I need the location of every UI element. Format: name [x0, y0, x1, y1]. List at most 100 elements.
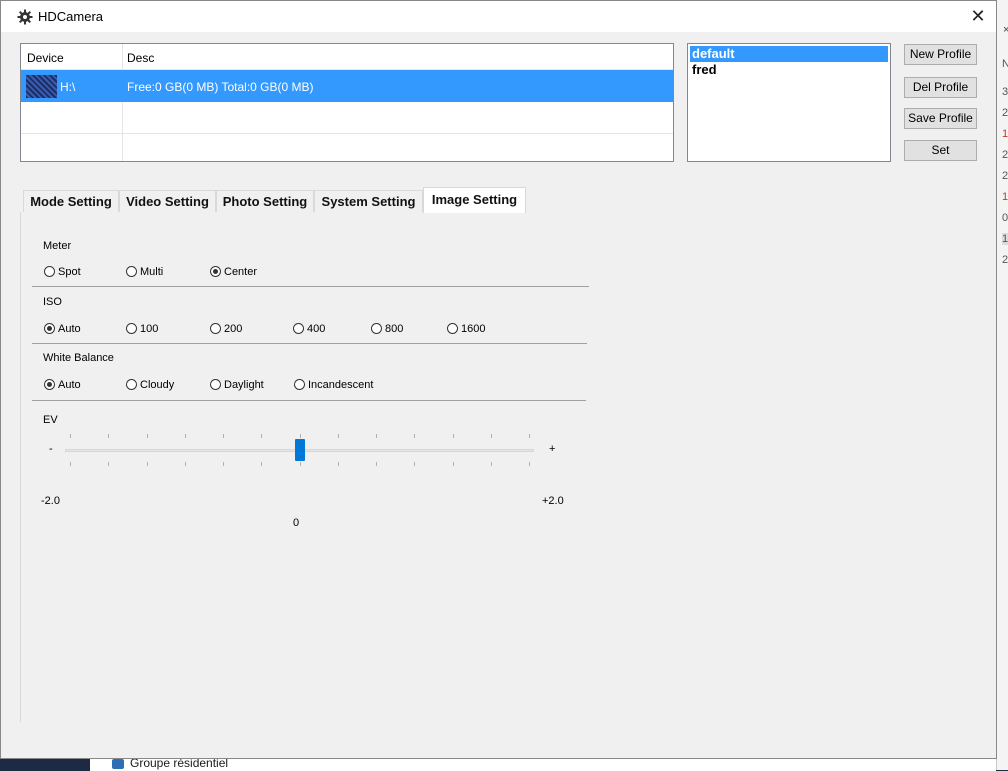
close-button[interactable]: ✕: [964, 2, 992, 30]
background-window-edge: × N 3 2 1 2 2 1 0 1 2: [996, 0, 1008, 770]
radio-circle: [44, 323, 55, 334]
ev-tick-mark: [414, 434, 415, 438]
ev-tick-mark: [261, 434, 262, 438]
radio-circle: [126, 379, 137, 390]
sd-card-icon: [26, 75, 57, 98]
radio-label: 200: [224, 323, 243, 335]
tab-photo-setting[interactable]: Photo Setting: [216, 190, 314, 212]
ev-tick-mark: [376, 434, 377, 438]
ev-tick-mark: [108, 462, 109, 466]
ev-tick-mark: [261, 462, 262, 466]
radio-circle: [293, 323, 304, 334]
meter-spot-radio[interactable]: Spot: [44, 266, 81, 278]
radio-circle: [210, 266, 221, 277]
new-profile-button[interactable]: New Profile: [904, 44, 977, 65]
tab-video-setting[interactable]: Video Setting: [119, 190, 216, 212]
radio-label: Center: [224, 266, 258, 278]
ev-tick-mark: [338, 462, 339, 466]
background-text: 2: [1002, 170, 1008, 182]
ev-plus-label: +: [549, 443, 556, 455]
desc-cell: Free:0 GB(0 MB) Total:0 GB(0 MB): [127, 80, 314, 94]
background-text: N: [1002, 58, 1008, 70]
iso-800-radio[interactable]: 800: [371, 323, 403, 335]
ev-tick-mark: [300, 462, 301, 466]
wb-incandescent-radio[interactable]: Incandescent: [294, 379, 373, 391]
tab-image-setting[interactable]: Image Setting: [423, 187, 526, 213]
profile-item-default[interactable]: default: [690, 46, 888, 62]
radio-label: Multi: [140, 266, 164, 278]
ev-tick-mark: [338, 434, 339, 438]
table-row-empty[interactable]: [21, 102, 673, 134]
radio-circle: [44, 379, 55, 390]
set-button[interactable]: Set: [904, 140, 977, 161]
radio-label: 400: [307, 323, 326, 335]
ev-min-label: -2.0: [41, 495, 60, 507]
ev-tick-mark: [147, 462, 148, 466]
meter-label: Meter: [43, 240, 72, 252]
table-row-empty[interactable]: [21, 134, 673, 166]
wb-cloudy-radio[interactable]: Cloudy: [126, 379, 174, 391]
del-profile-button[interactable]: Del Profile: [904, 77, 977, 98]
tab-system-setting[interactable]: System Setting: [314, 190, 423, 212]
radio-circle: [210, 323, 221, 334]
radio-circle: [126, 323, 137, 334]
radio-label: 100: [140, 323, 159, 335]
ev-tick-mark: [185, 462, 186, 466]
section-divider: [32, 400, 586, 401]
ev-tick-mark: [491, 462, 492, 466]
radio-circle: [126, 266, 137, 277]
iso-label: ISO: [43, 296, 62, 308]
ev-tick-mark: [223, 434, 224, 438]
radio-label: Auto: [58, 323, 81, 335]
table-row[interactable]: H:\ Free:0 GB(0 MB) Total:0 GB(0 MB): [21, 70, 673, 102]
ev-tick-mark: [453, 434, 454, 438]
radio-label: Spot: [58, 266, 81, 278]
window-title: HDCamera: [38, 9, 104, 24]
profile-item-fred[interactable]: fred: [690, 62, 888, 78]
ev-label: EV: [43, 414, 58, 426]
ev-tick-mark: [414, 462, 415, 466]
ev-tick-mark: [491, 434, 492, 438]
column-header-device[interactable]: Device: [27, 51, 64, 65]
homegroup-icon: [112, 758, 124, 769]
profile-list[interactable]: default fred: [687, 43, 891, 162]
iso-1600-radio[interactable]: 1600: [447, 323, 485, 335]
close-icon: ✕: [970, 6, 986, 26]
device-cell: H:\: [60, 80, 76, 94]
tab-mode-setting[interactable]: Mode Setting: [23, 190, 119, 212]
iso-400-radio[interactable]: 400: [293, 323, 325, 335]
radio-label: 800: [385, 323, 404, 335]
ev-tick-mark: [529, 434, 530, 438]
iso-200-radio[interactable]: 200: [210, 323, 242, 335]
ev-tick-mark: [70, 434, 71, 438]
gear-icon: [17, 9, 33, 25]
column-header-desc[interactable]: Desc: [127, 51, 154, 65]
background-text: 1: [1002, 191, 1008, 203]
hdcamera-dialog: HDCamera ✕ Device Desc H:\ Free:0 GB(0 M…: [0, 0, 997, 759]
background-text: 2: [1002, 254, 1008, 266]
radio-circle: [294, 379, 305, 390]
background-close-icon: ×: [1003, 24, 1008, 36]
iso-100-radio[interactable]: 100: [126, 323, 158, 335]
ev-slider-thumb[interactable]: [295, 439, 305, 461]
device-table[interactable]: Device Desc H:\ Free:0 GB(0 MB) Total:0 …: [20, 43, 674, 162]
iso-auto-radio[interactable]: Auto: [44, 323, 81, 335]
white-balance-label: White Balance: [43, 352, 114, 364]
radio-circle: [44, 266, 55, 277]
radio-label: Cloudy: [140, 379, 175, 391]
save-profile-button[interactable]: Save Profile: [904, 108, 977, 129]
ev-tick-mark: [70, 462, 71, 466]
radio-label: 1600: [461, 323, 486, 335]
background-text: 1: [1002, 128, 1008, 140]
wb-auto-radio[interactable]: Auto: [44, 379, 81, 391]
radio-circle: [447, 323, 458, 334]
table-header: Device Desc: [21, 44, 673, 70]
meter-center-radio[interactable]: Center: [210, 266, 257, 278]
background-text: 0: [1002, 212, 1008, 224]
ev-tick-mark: [453, 462, 454, 466]
background-text: 1: [1002, 233, 1008, 245]
background-text: 3: [1002, 86, 1008, 98]
radio-circle: [210, 379, 221, 390]
meter-multi-radio[interactable]: Multi: [126, 266, 163, 278]
wb-daylight-radio[interactable]: Daylight: [210, 379, 264, 391]
